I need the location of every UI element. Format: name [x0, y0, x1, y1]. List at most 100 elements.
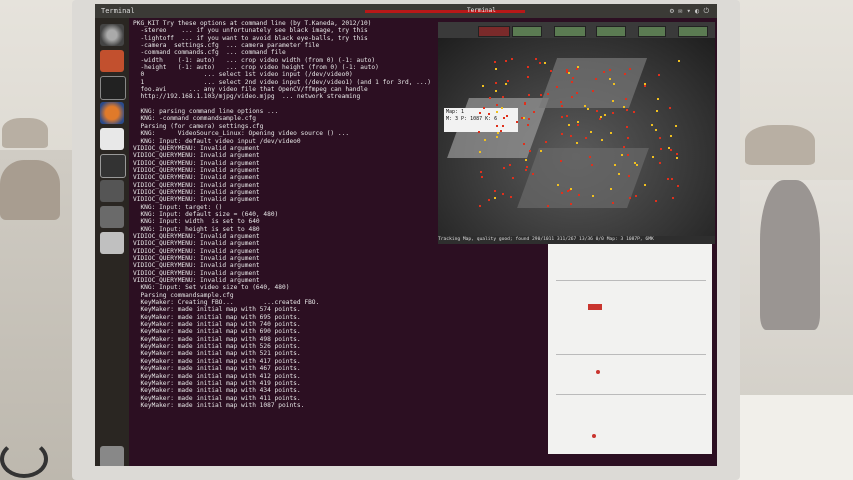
feature-point: [612, 202, 615, 205]
feature-point: [644, 84, 647, 87]
feature-point: [659, 137, 662, 140]
feature-point: [676, 185, 679, 188]
feature-point: [622, 105, 625, 108]
feature-point: [545, 141, 548, 144]
settings-icon[interactable]: [100, 180, 124, 202]
feature-point: [489, 96, 492, 99]
feature-point: [618, 172, 621, 175]
feature-point: [505, 82, 508, 85]
feature-point: [626, 137, 629, 140]
feature-point: [493, 196, 496, 199]
feature-point: [479, 171, 482, 174]
feature-point: [659, 161, 662, 164]
files-icon[interactable]: [100, 50, 124, 72]
feature-point: [575, 67, 578, 70]
feature-point: [623, 73, 626, 76]
feature-point: [503, 167, 506, 170]
feature-point: [533, 110, 536, 113]
feature-point: [493, 189, 496, 192]
feature-point: [560, 100, 563, 103]
map-viewer-window[interactable]: Map: 1 M: 3 P: 1087 K: 6 Tracking Map, q…: [438, 22, 715, 244]
toolbar-button[interactable]: [638, 26, 666, 37]
feature-point: [634, 161, 636, 164]
feature-point: [669, 106, 672, 109]
terminal-line: KeyMaker: made initial map with 412 poin…: [133, 372, 301, 380]
feature-point: [598, 118, 601, 121]
feature-point: [655, 109, 658, 112]
feature-point: [670, 149, 673, 152]
terminal-line: KeyMaker: made initial map with 695 poin…: [133, 313, 301, 321]
terminal-icon[interactable]: [100, 76, 126, 100]
terminal-line: KeyMaker: Creating FBO... ...created FBO…: [133, 299, 320, 307]
feature-point: [561, 132, 564, 135]
terminal-line: KeyMaker: made initial map with 498 poin…: [133, 335, 301, 343]
feature-point: [667, 147, 670, 150]
feature-point: [568, 123, 571, 126]
feature-point: [496, 135, 499, 138]
feature-point: [494, 68, 497, 71]
feature-point: [488, 198, 490, 201]
terminal-line: KeyMaker: made initial map with 690 poin…: [133, 328, 301, 336]
feature-point: [576, 142, 579, 145]
terminal-line: KeyMaker: made initial map with 574 poin…: [133, 306, 301, 314]
app-icon[interactable]: [100, 232, 124, 254]
feature-point: [576, 92, 579, 95]
terminal-line: KeyMaker: made initial map with 434 poin…: [133, 387, 301, 395]
center-label: Terminal: [467, 7, 496, 14]
feature-point: [590, 163, 593, 166]
monitor-icon[interactable]: [100, 154, 126, 178]
feature-point: [676, 156, 679, 159]
toolbar-button[interactable]: [596, 26, 626, 37]
feature-point: [590, 131, 593, 134]
title-highlight: [365, 10, 525, 13]
toolbar-button[interactable]: [512, 26, 542, 37]
terminal-line: KeyMaker: made initial map with 521 poin…: [133, 350, 301, 358]
feature-point: [602, 70, 605, 73]
feature-point: [534, 58, 537, 60]
app-icon[interactable]: [100, 206, 124, 228]
feature-point: [591, 90, 594, 93]
toolbar-button[interactable]: [478, 26, 510, 37]
feature-point: [587, 107, 590, 110]
table-right: [730, 395, 853, 480]
feature-point: [610, 131, 613, 134]
feature-point: [502, 192, 505, 195]
feature-point: [529, 150, 532, 153]
document-icon[interactable]: [100, 128, 124, 150]
trash-icon[interactable]: [100, 446, 124, 466]
divider: [556, 354, 706, 355]
feature-point: [636, 164, 639, 167]
feature-point: [481, 85, 484, 88]
terminal-line: KeyMaker: made initial map with 740 poin…: [133, 321, 301, 329]
toolbar-button[interactable]: [554, 26, 586, 37]
chair: [2, 118, 48, 148]
feature-point: [610, 188, 613, 191]
feature-point: [539, 94, 542, 97]
feature-point: [658, 73, 661, 76]
feature-point: [570, 135, 573, 138]
feature-point: [495, 82, 497, 85]
feature-point: [538, 62, 541, 65]
feature-point: [628, 175, 631, 178]
terminal-line: Parsing commandsample.cfg: [133, 291, 234, 299]
feature-point: [609, 69, 612, 72]
chair: [0, 160, 60, 220]
feature-point: [577, 193, 580, 196]
feature-point: [600, 115, 603, 118]
marker: [592, 434, 596, 438]
feature-point: [566, 71, 569, 74]
map-status-bar: Tracking Map, quality good; found 290/10…: [438, 236, 715, 244]
system-tray-icon[interactable]: ⚙ ✉ ▾ ◐ ⏻: [670, 4, 709, 18]
feature-point: [626, 126, 629, 129]
feature-point: [526, 124, 529, 127]
ubuntu-dash-icon[interactable]: [100, 24, 124, 46]
firefox-icon[interactable]: [100, 102, 124, 124]
terminal-line: KeyMaker: made initial map with 467 poin…: [133, 365, 301, 373]
toolbar-button[interactable]: [678, 26, 708, 37]
feature-point: [675, 124, 678, 127]
feature-point: [657, 97, 660, 100]
feature-point: [502, 124, 505, 127]
feature-point: [632, 110, 635, 113]
feature-point: [644, 184, 647, 187]
feature-point: [561, 192, 564, 195]
